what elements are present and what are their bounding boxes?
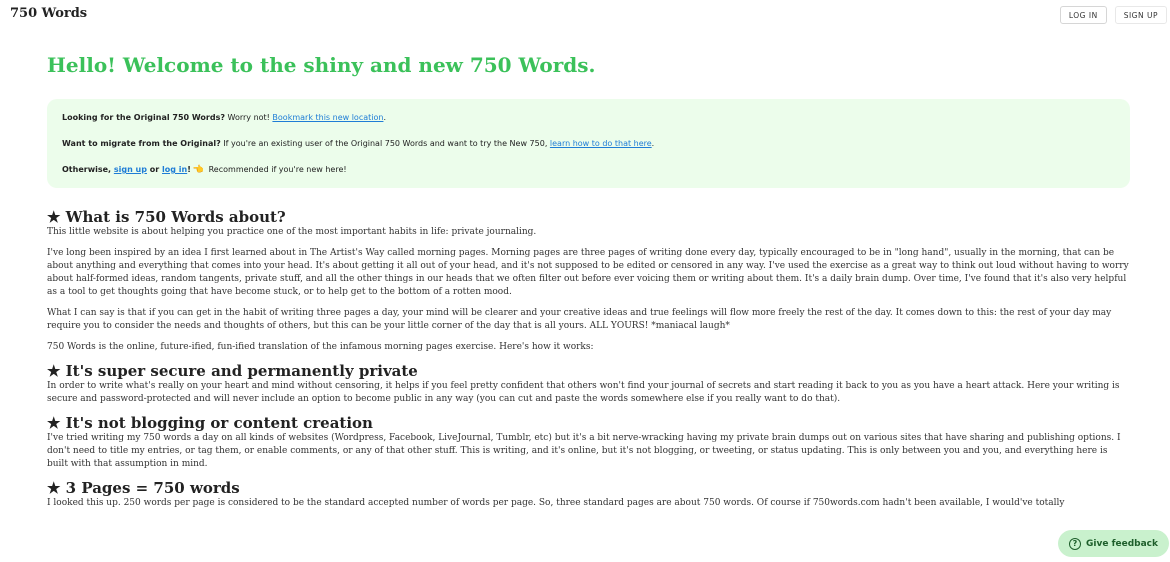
notice-migrate-text: If you're an existing user of the Origin… xyxy=(220,139,550,148)
bookmark-link[interactable]: Bookmark this new location xyxy=(272,113,383,122)
about-paragraph-2: I've long been inspired by an idea I fir… xyxy=(47,248,1129,297)
section-heading-pages: ★ 3 Pages = 750 words xyxy=(47,479,240,497)
about-paragraph-3: What I can say is that if you can get in… xyxy=(47,308,1112,331)
notice-original-text: Worry not! xyxy=(224,113,273,122)
signup-button[interactable]: SIGN UP xyxy=(1114,6,1167,24)
notice-line-otherwise: Otherwise, sign up or log in! 👈 Recommend… xyxy=(62,163,1115,176)
notice-period: . xyxy=(651,139,655,148)
section-heading-about: ★ What is 750 Words about? xyxy=(47,208,286,226)
top-bar: 750 Words LOG IN SIGN UP xyxy=(0,0,1170,30)
notice-period: . xyxy=(383,113,386,122)
exclamation: ! xyxy=(187,165,191,174)
notice-line-migrate: Want to migrate from the Original? If yo… xyxy=(62,137,1115,150)
section-heading-blogging: ★ It's not blogging or content creation xyxy=(47,414,373,432)
section-blogging: ★ It's not blogging or content creation … xyxy=(47,414,1132,471)
section-pages: ★ 3 Pages = 750 words I looked this up. … xyxy=(47,479,1132,510)
main-content: Hello! Welcome to the shiny and new 750 … xyxy=(47,50,1132,510)
section-heading-private: ★ It's super secure and permanently priv… xyxy=(47,362,418,380)
section-private: ★ It's super secure and permanently priv… xyxy=(47,362,1132,406)
private-paragraph: In order to write what's really on your … xyxy=(47,381,1120,404)
migrate-link[interactable]: learn how to do that here xyxy=(550,139,652,148)
notice-box: Looking for the Original 750 Words? Worr… xyxy=(47,99,1130,188)
signup-link[interactable]: sign up xyxy=(114,165,147,174)
give-feedback-button[interactable]: ? Give feedback xyxy=(1058,530,1169,557)
recommended-text: Recommended if you're new here! xyxy=(206,165,347,174)
notice-original-heading: Looking for the Original 750 Words? xyxy=(62,113,225,122)
about-paragraph-4: 750 Words is the online, future-ified, f… xyxy=(47,342,594,352)
notice-migrate-heading: Want to migrate from the Original? xyxy=(62,139,221,148)
pages-paragraph: I looked this up. 250 words per page is … xyxy=(47,498,1065,508)
login-button[interactable]: LOG IN xyxy=(1059,6,1107,24)
auth-buttons: LOG IN SIGN UP xyxy=(1059,6,1167,24)
give-feedback-label: Give feedback xyxy=(1086,538,1158,549)
login-link[interactable]: log in xyxy=(162,165,187,174)
blogging-paragraph: I've tried writing my 750 words a day on… xyxy=(47,433,1121,469)
section-about: ★ What is 750 Words about? This little w… xyxy=(47,208,1132,354)
notice-otherwise-heading: Otherwise, sign up or log in! xyxy=(62,165,191,174)
pointing-hand-icon: 👈 xyxy=(192,165,205,175)
otherwise-text: Otherwise, xyxy=(62,165,114,174)
about-paragraph-1: This little website is about helping you… xyxy=(47,227,537,237)
question-circle-icon: ? xyxy=(1069,537,1081,550)
page-title: Hello! Welcome to the shiny and new 750 … xyxy=(47,53,596,77)
notice-line-original: Looking for the Original 750 Words? Worr… xyxy=(62,111,1115,124)
or-text: or xyxy=(146,165,162,174)
brand-logo[interactable]: 750 Words xyxy=(10,6,87,21)
